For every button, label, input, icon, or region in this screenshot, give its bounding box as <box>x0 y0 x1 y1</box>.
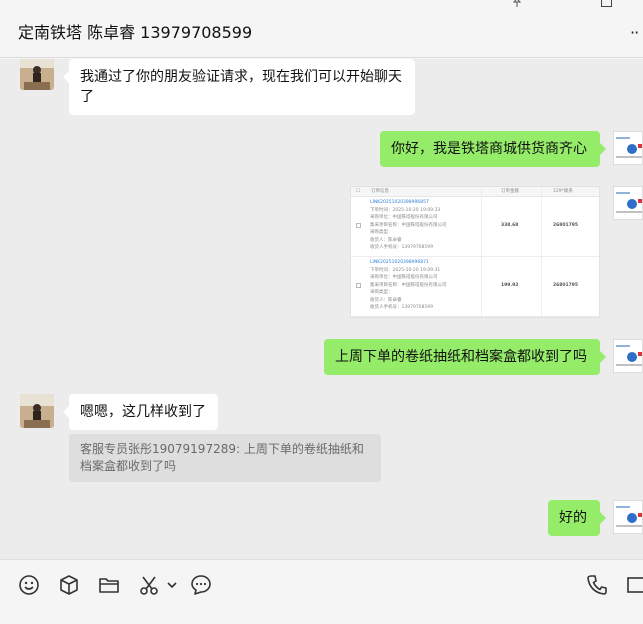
page-title: 定南铁塔 陈卓睿 13979708599 <box>18 23 253 42</box>
order-time: 下单时间：2025-10-20 19:09:33 <box>370 207 441 213</box>
maximize-icon[interactable] <box>599 0 613 10</box>
message-bubble-outgoing[interactable]: 好的 <box>548 500 606 536</box>
column-header-order-info: 订单信息 <box>371 189 389 194</box>
order-row: LINK20251020398996857 下单时间：2025-10-20 19… <box>351 197 599 257</box>
chat-header: 定南铁塔 陈卓睿 13979708599 ·· <box>0 0 643 58</box>
column-header-phone: 129*联系 <box>553 189 573 194</box>
order-time: 下单时间：2025-10-20 19:09:31 <box>370 267 441 273</box>
order-phone: 收货人手机号：13979708599 <box>370 305 433 310</box>
order-amount: 199.92 <box>501 283 519 288</box>
avatar[interactable] <box>20 59 54 90</box>
pin-icon[interactable] <box>511 0 525 10</box>
folder-icon[interactable] <box>98 574 120 596</box>
scissors-icon[interactable] <box>138 574 160 596</box>
order-buyer: 采购单位：中国铁塔股份有限公司 <box>370 215 438 220</box>
order-phone: 收货人手机号：13979708599 <box>370 245 433 250</box>
avatar[interactable] <box>20 394 54 428</box>
order-buyer: 采购单位：中国铁塔股份有限公司 <box>370 275 438 280</box>
header-checkbox: ☐ <box>356 189 361 194</box>
message-list[interactable]: 我通过了你的朋友验证请求，现在我们可以开始聊天了 你好，我是铁塔商城供货商齐心 … <box>0 59 643 559</box>
phone-icon[interactable] <box>586 574 608 596</box>
order-contact: 26801795 <box>553 223 579 228</box>
order-row: LINK20251020398996871 下单时间：2025-10-20 19… <box>351 257 599 317</box>
avatar[interactable] <box>613 339 643 373</box>
order-id: LINK20251020398996857 <box>370 200 429 205</box>
avatar[interactable] <box>613 186 643 220</box>
quoted-message[interactable]: 客服专员张彤19079197289: 上周下单的卷纸抽纸和档案盒都收到了吗 <box>69 434 381 482</box>
input-toolbar <box>0 559 643 624</box>
order-screenshot-image[interactable]: ☐ 订单信息 订单金额 129*联系 LINK20251020398996857… <box>350 186 600 318</box>
emoji-icon[interactable] <box>18 574 40 596</box>
order-receiver: 收货人：陈卓睿 <box>370 297 402 303</box>
order-type: 采购类型： <box>370 230 393 235</box>
order-type: 采购类型： <box>370 290 393 295</box>
screen-icon[interactable] <box>626 574 643 596</box>
order-checkbox <box>356 223 361 228</box>
order-project: 集采项目名称：中国铁塔股份有限公司 <box>370 282 447 288</box>
order-amount: 338.68 <box>501 223 519 228</box>
order-contact: 26801795 <box>553 283 579 288</box>
message-bubble-incoming[interactable]: 我通过了你的朋友验证请求，现在我们可以开始聊天了 <box>63 59 415 115</box>
message-bubble-outgoing[interactable]: 上周下单的卷纸抽纸和档案盒都收到了吗 <box>324 339 606 375</box>
order-table-header: ☐ 订单信息 订单金额 129*联系 <box>351 187 599 197</box>
order-checkbox <box>356 283 361 288</box>
message-bubble-outgoing[interactable]: 你好，我是铁塔商城供货商齐心 <box>380 131 606 167</box>
message-bubble-incoming[interactable]: 嗯嗯，这几样收到了 <box>63 394 218 430</box>
package-icon[interactable] <box>58 574 80 596</box>
order-id: LINK20251020398996871 <box>370 260 429 265</box>
order-project: 集采项目名称：中国铁塔股份有限公司 <box>370 222 447 228</box>
avatar[interactable] <box>613 131 643 165</box>
more-options-button[interactable]: ·· <box>630 23 639 42</box>
chat-bubble-icon[interactable] <box>190 574 212 596</box>
chevron-down-icon[interactable] <box>166 574 178 596</box>
column-header-amount: 订单金额 <box>501 189 519 194</box>
avatar[interactable] <box>613 500 643 534</box>
order-receiver: 收货人：陈卓睿 <box>370 237 402 243</box>
